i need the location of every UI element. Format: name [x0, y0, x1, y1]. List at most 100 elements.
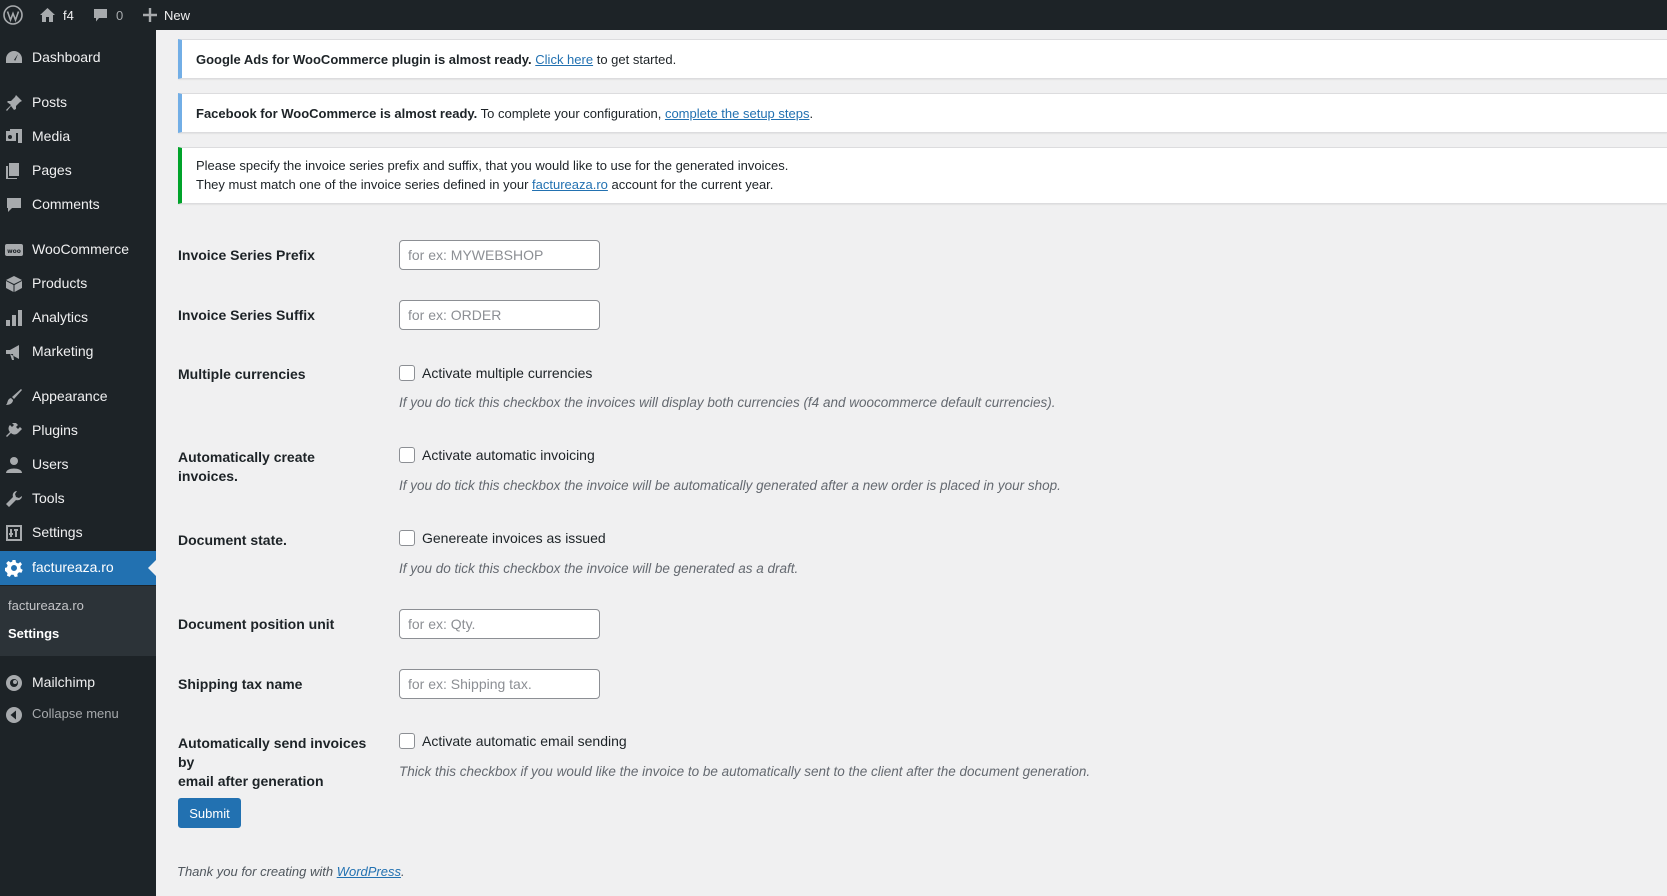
sidebar-item-users[interactable]: Users	[0, 448, 156, 482]
invoice-notice-line2-after: account for the current year.	[611, 177, 774, 192]
auto-email-option[interactable]: Activate automatic email sending	[399, 733, 627, 749]
collapse-menu-button[interactable]: Collapse menu	[0, 698, 156, 732]
new-label: New	[164, 7, 191, 23]
invoice-notice-line1: Please specify the invoice series prefix…	[196, 158, 789, 173]
google-notice-rest: to get started.	[596, 52, 677, 67]
sidebar-item-label: Analytics	[32, 309, 89, 325]
sidebar-item-woocommerce[interactable]: woo WooCommerce	[0, 233, 156, 267]
submit-button[interactable]: Submit	[178, 798, 241, 828]
pin-icon	[5, 94, 23, 112]
auto-email-description: Thick this checkbox if you would like th…	[399, 764, 1091, 779]
auto-create-option[interactable]: Activate automatic invoicing	[399, 447, 595, 463]
sidebar-item-pages[interactable]: Pages	[0, 154, 156, 188]
submenu-item-settings[interactable]: Settings	[8, 626, 59, 641]
collapse-arrow-icon	[5, 706, 23, 724]
wrench-icon	[5, 490, 23, 508]
footer-end: .	[401, 864, 405, 879]
comments-link[interactable]: 0	[93, 0, 123, 30]
invoice-suffix-input[interactable]	[399, 300, 600, 330]
woo-icon: woo	[5, 241, 23, 259]
sidebar-item-analytics[interactable]: Analytics	[0, 301, 156, 335]
plus-icon	[143, 8, 157, 22]
sidebar-item-label: Users	[32, 456, 69, 472]
position-unit-label: Document position unit	[178, 616, 335, 632]
multiple-currencies-checkbox[interactable]	[399, 365, 415, 381]
mailchimp-icon	[5, 674, 23, 692]
sidebar-item-dashboard[interactable]: Dashboard	[0, 41, 156, 75]
footer-text: Thank you for creating with	[177, 864, 334, 879]
auto-create-label: Automatically create invoices.	[178, 449, 315, 484]
sidebar-item-settings[interactable]: Settings	[0, 516, 156, 550]
facebook-notice-text: To complete your configuration,	[480, 106, 662, 121]
sidebar-item-label: Plugins	[32, 422, 78, 438]
svg-text:woo: woo	[7, 248, 21, 255]
sidebar-item-comments[interactable]: Comments	[0, 188, 156, 222]
comment-icon	[93, 8, 108, 23]
invoice-series-notice: Please specify the invoice series prefix…	[178, 147, 1667, 204]
sidebar-item-plugins[interactable]: Plugins	[0, 414, 156, 448]
multiple-currencies-checkbox-label: Activate multiple currencies	[422, 365, 593, 381]
sidebar-item-label: factureaza.ro	[32, 559, 114, 575]
auto-email-checkbox-label: Activate automatic email sending	[422, 733, 627, 749]
multiple-currencies-label: Multiple currencies	[178, 366, 306, 382]
sidebar-item-label: Comments	[32, 196, 100, 212]
sidebar-item-label: Media	[32, 128, 71, 144]
sidebar-item-label: Appearance	[32, 388, 108, 404]
factureaza-submenu: factureaza.ro Settings	[0, 586, 156, 656]
google-notice-title: Google Ads for WooCommerce plugin is alm…	[196, 52, 532, 67]
document-state-checkbox[interactable]	[399, 530, 415, 546]
sidebar-item-label: Dashboard	[32, 49, 101, 65]
wordpress-link[interactable]: WordPress	[337, 864, 401, 879]
sidebar-item-products[interactable]: Products	[0, 267, 156, 301]
sidebar-item-label: Posts	[32, 94, 68, 110]
document-state-description: If you do tick this checkbox the invoice…	[399, 561, 799, 576]
sidebar-item-label: Mailchimp	[32, 674, 96, 690]
site-name: f4	[63, 7, 74, 23]
sidebar-item-mailchimp[interactable]: Mailchimp	[0, 666, 156, 700]
sidebar-item-media[interactable]: Media	[0, 120, 156, 154]
invoice-prefix-label: Invoice Series Prefix	[178, 247, 315, 263]
comments-count: 0	[116, 7, 124, 23]
pages-icon	[5, 162, 23, 180]
auto-email-label-line1: Automatically send invoices by	[178, 735, 367, 770]
sliders-icon	[5, 524, 23, 542]
submenu-item-factureaza[interactable]: factureaza.ro	[8, 598, 84, 613]
site-name-link[interactable]: f4	[39, 0, 74, 30]
shipping-tax-input[interactable]	[399, 669, 600, 699]
sidebar-item-appearance[interactable]: Appearance	[0, 380, 156, 414]
facebook-notice-end: .	[809, 106, 814, 121]
factureaza-account-link[interactable]: factureaza.ro	[532, 177, 608, 192]
collapse-menu-label: Collapse menu	[32, 706, 119, 721]
admin-bar: f4 0 New	[0, 0, 1667, 30]
sidebar-item-label: WooCommerce	[32, 241, 129, 257]
multiple-currencies-option[interactable]: Activate multiple currencies	[399, 365, 592, 381]
google-click-here-link[interactable]: Click here	[535, 52, 593, 67]
new-content-button[interactable]: New	[143, 0, 190, 30]
sidebar-item-tools[interactable]: Tools	[0, 482, 156, 516]
auto-email-label-line2: email after generation	[178, 773, 324, 789]
position-unit-input[interactable]	[399, 609, 600, 639]
invoice-suffix-label: Invoice Series Suffix	[178, 307, 315, 323]
auto-email-checkbox[interactable]	[399, 733, 415, 749]
auto-email-label: Automatically send invoices by email aft…	[178, 734, 378, 791]
wordpress-logo-icon	[3, 5, 23, 25]
facebook-notice: Facebook for WooCommerce is almost ready…	[178, 93, 1667, 133]
comment-icon	[5, 196, 23, 214]
document-state-option[interactable]: Genereate invoices as issued	[399, 530, 606, 546]
sidebar-item-marketing[interactable]: Marketing	[0, 335, 156, 369]
megaphone-icon	[5, 343, 23, 361]
sidebar-item-posts[interactable]: Posts	[0, 86, 156, 120]
invoice-prefix-input[interactable]	[399, 240, 600, 270]
auto-create-checkbox[interactable]	[399, 447, 415, 463]
home-icon	[39, 7, 56, 23]
sidebar-item-factureaza[interactable]: factureaza.ro	[0, 551, 156, 585]
admin-sidebar: Dashboard Posts Media Pages Comments woo…	[0, 30, 156, 896]
sidebar-item-label: Tools	[32, 490, 65, 506]
sidebar-item-label: Pages	[32, 162, 72, 178]
auto-create-description: If you do tick this checkbox the invoice…	[399, 478, 1061, 493]
facebook-setup-link[interactable]: complete the setup steps	[665, 106, 810, 121]
media-icon	[5, 128, 23, 146]
document-state-checkbox-label: Genereate invoices as issued	[422, 530, 606, 546]
wordpress-logo-button[interactable]	[3, 0, 29, 30]
admin-footer: Thank you for creating with WordPress.	[177, 864, 405, 879]
